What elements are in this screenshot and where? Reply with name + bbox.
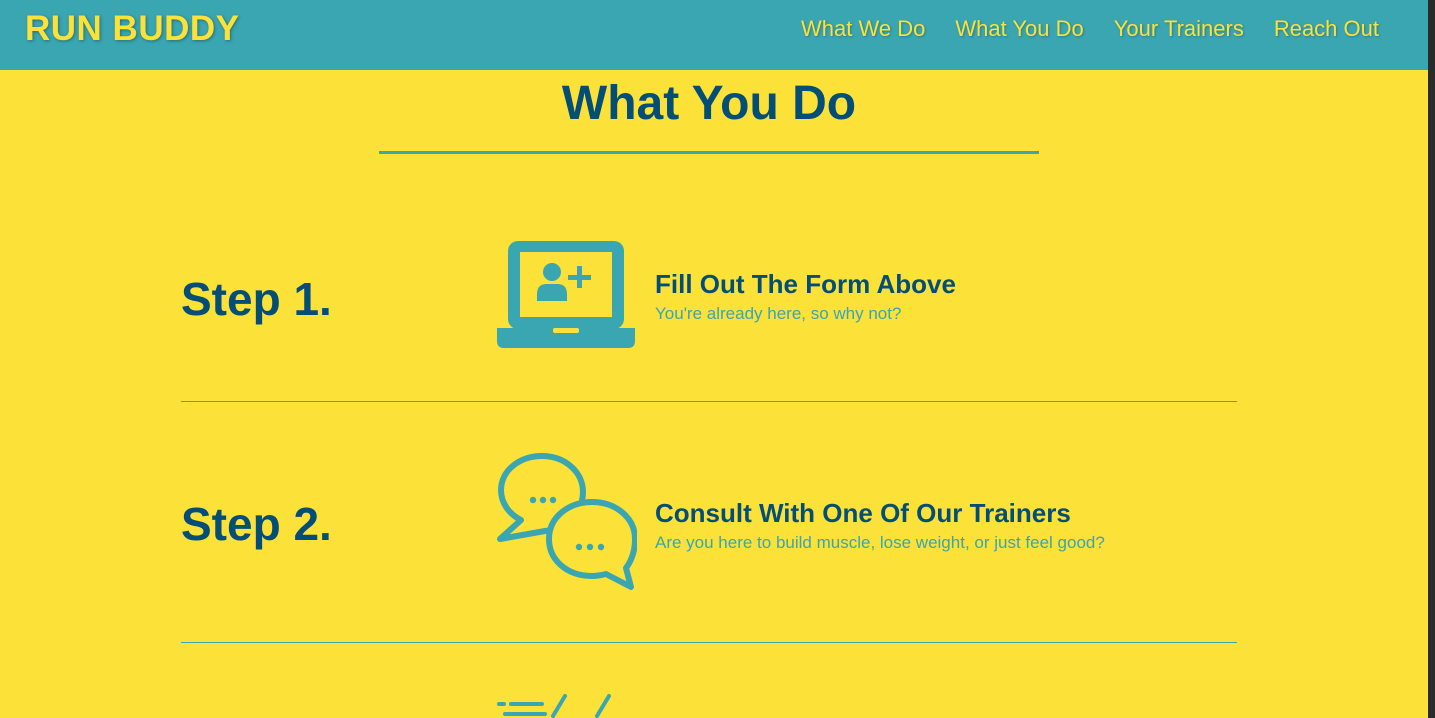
chat-bubbles-icon (497, 452, 638, 597)
title-underline (379, 151, 1039, 154)
step-description: You're already here, so why not? (655, 304, 902, 323)
step-label: Step 1. (181, 273, 332, 325)
step-label: Step 2. (181, 498, 332, 550)
step-text: Consult With One Of Our Trainers Are you… (655, 498, 1105, 553)
window-edge (1428, 0, 1435, 718)
nav-link-your-trainers[interactable]: Your Trainers (1114, 16, 1244, 42)
section-title: What You Do (561, 77, 857, 130)
step-divider (181, 401, 1237, 402)
page: RUN BUDDY What We Do What You Do Your Tr… (0, 0, 1428, 718)
step-description: Are you here to build muscle, lose weigh… (655, 533, 1105, 552)
step-heading: Consult With One Of Our Trainers (655, 498, 1071, 528)
step-1: Step 1. Fill Out The Form Above You're a… (181, 238, 1237, 350)
laptop-add-user-icon (497, 238, 635, 353)
step-text: Fill Out The Form Above You're already h… (655, 269, 956, 324)
nav-link-what-we-do[interactable]: What We Do (801, 16, 925, 42)
nav-link-reach-out[interactable]: Reach Out (1274, 16, 1379, 42)
nav-link-what-you-do[interactable]: What You Do (955, 16, 1083, 42)
step-heading: Fill Out The Form Above (655, 269, 956, 299)
site-header: RUN BUDDY What We Do What You Do Your Tr… (0, 0, 1428, 70)
site-logo[interactable]: RUN BUDDY (25, 9, 240, 49)
step-divider (181, 642, 1237, 643)
step-2: Step 2. Consult With One Of Our Trainers… (181, 452, 1237, 592)
main-nav: What We Do What You Do Your Trainers Rea… (801, 16, 1379, 42)
running-speed-icon (497, 690, 617, 718)
